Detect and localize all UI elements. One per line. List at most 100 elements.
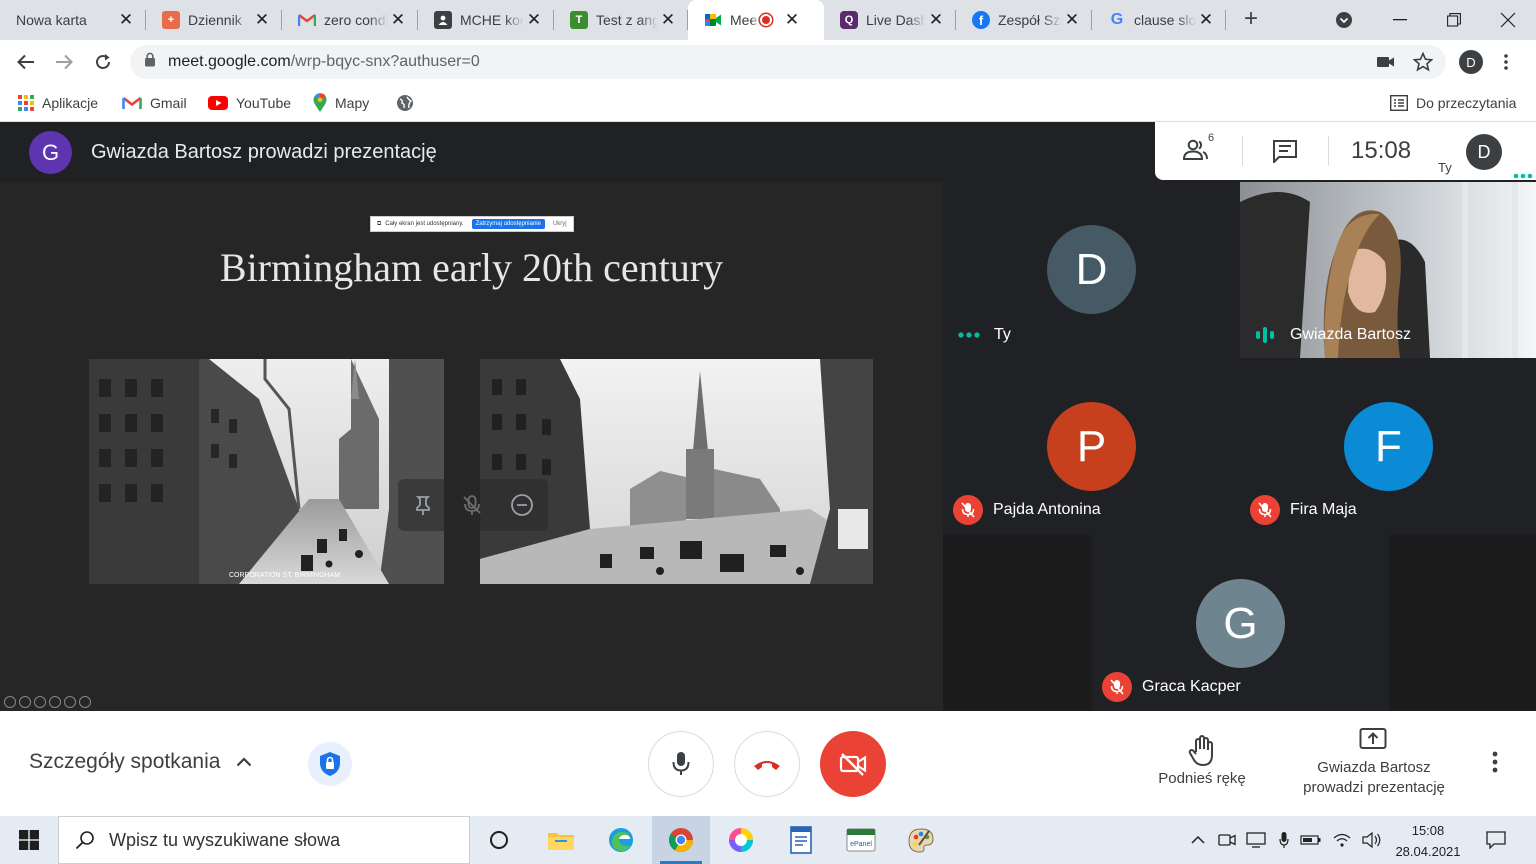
tray-volume[interactable] bbox=[1358, 816, 1386, 864]
tab-dziennik[interactable]: + Dziennik ✕ bbox=[146, 0, 282, 40]
taskbar-clock[interactable]: 15:08 28.04.2021 bbox=[1386, 820, 1470, 862]
raise-hand-button[interactable] bbox=[1188, 735, 1216, 772]
minimize-button[interactable] bbox=[1374, 0, 1426, 40]
participant-tile-graca[interactable]: G Graca Kacper bbox=[1092, 535, 1389, 711]
leave-call-button[interactable] bbox=[734, 731, 800, 797]
reading-list-icon bbox=[1390, 95, 1408, 111]
mic-off-icon bbox=[953, 495, 983, 525]
participant-tile-gwiazda[interactable]: Gwiazda Bartosz bbox=[1240, 182, 1536, 358]
tray-network[interactable] bbox=[1328, 816, 1356, 864]
tab-google-search[interactable]: G clause slowo ✕ bbox=[1092, 0, 1226, 40]
participant-tile-pajda[interactable]: P Pajda Antonina bbox=[943, 358, 1240, 535]
back-button[interactable] bbox=[12, 48, 40, 76]
tab-live-dashboard[interactable]: Q Live Dashboard ✕ bbox=[824, 0, 956, 40]
bookmark-globe[interactable] bbox=[396, 92, 422, 114]
participant-tile-self[interactable]: D Ty bbox=[943, 182, 1240, 358]
lock-icon[interactable] bbox=[144, 52, 156, 72]
reload-button[interactable] bbox=[89, 48, 117, 76]
microphone-button[interactable] bbox=[648, 731, 714, 797]
slide-more-icon[interactable] bbox=[79, 696, 91, 708]
bookmark-apps[interactable]: Aplikacje bbox=[18, 92, 98, 114]
close-window-button[interactable] bbox=[1482, 0, 1534, 40]
participants-button[interactable]: 6 bbox=[1182, 132, 1216, 168]
slide-pen-icon[interactable] bbox=[34, 696, 46, 708]
tray-device-icon[interactable] bbox=[1242, 816, 1270, 864]
close-icon[interactable]: ✕ bbox=[658, 10, 678, 30]
tab-test[interactable]: T Test z angielskiego ✕ bbox=[554, 0, 688, 40]
camera-in-use-button[interactable] bbox=[1372, 48, 1400, 76]
file-explorer-button[interactable] bbox=[532, 816, 590, 864]
tray-battery[interactable] bbox=[1298, 816, 1324, 864]
meeting-clock: 15:08 bbox=[1351, 137, 1412, 164]
pin-icon[interactable] bbox=[412, 494, 434, 516]
close-icon[interactable]: ✕ bbox=[1062, 10, 1082, 30]
reading-list-button[interactable]: Do przeczytania bbox=[1390, 92, 1516, 114]
tab-search-button[interactable] bbox=[1318, 0, 1370, 40]
close-icon[interactable]: ✕ bbox=[388, 10, 408, 30]
slide-view-icon[interactable] bbox=[49, 696, 61, 708]
new-tab-button[interactable]: + bbox=[1238, 7, 1264, 32]
edge-icon bbox=[609, 828, 633, 852]
slide-photo-corporation-street: CORPORATION ST, BIRMINGHAM bbox=[89, 359, 444, 584]
paint-button[interactable] bbox=[892, 816, 950, 864]
stop-sharing-button[interactable]: Zatrzymaj udostępnianie bbox=[471, 219, 545, 229]
mic-off-icon[interactable] bbox=[461, 494, 483, 516]
epanel-button[interactable]: ePanel bbox=[832, 816, 890, 864]
chrome-taskbar-button[interactable] bbox=[652, 816, 710, 864]
taskbar-search-box[interactable]: Wpisz tu wyszukiwane słowa bbox=[58, 816, 470, 864]
self-avatar[interactable]: D bbox=[1466, 134, 1502, 170]
close-icon[interactable]: ✕ bbox=[252, 10, 272, 30]
meeting-details-button[interactable]: Szczegóły spotkania bbox=[29, 750, 252, 774]
kebab-menu-icon bbox=[1504, 54, 1508, 70]
participant-avatar: F bbox=[1344, 402, 1433, 491]
tray-overflow-button[interactable] bbox=[1186, 816, 1210, 864]
tab-meet[interactable]: Meet ✕ bbox=[688, 0, 824, 40]
tab-new-tab[interactable]: Nowa karta ✕ bbox=[0, 0, 146, 40]
remove-icon[interactable] bbox=[510, 493, 534, 517]
tile-hover-controls bbox=[398, 479, 548, 531]
participant-name-text: Ty bbox=[994, 326, 1011, 343]
close-icon[interactable]: ✕ bbox=[524, 10, 544, 30]
tray-meet-now[interactable] bbox=[1214, 816, 1240, 864]
profile-avatar[interactable]: D bbox=[1459, 50, 1483, 74]
slide-prev-icon[interactable] bbox=[4, 696, 16, 708]
participant-name: Pajda Antonina bbox=[953, 495, 1101, 525]
paint-3d-button[interactable] bbox=[712, 816, 770, 864]
slide-next-icon[interactable] bbox=[19, 696, 31, 708]
url-host: meet.google.com bbox=[168, 53, 291, 70]
close-icon[interactable]: ✕ bbox=[116, 10, 136, 30]
host-controls-button[interactable] bbox=[308, 742, 352, 786]
participant-tile-fira[interactable]: F Fira Maja bbox=[1240, 358, 1536, 535]
bookmark-youtube[interactable]: YouTube bbox=[208, 92, 291, 114]
tray-microphone[interactable] bbox=[1272, 816, 1296, 864]
presentation-button[interactable] bbox=[1359, 727, 1387, 756]
start-button[interactable] bbox=[0, 816, 58, 864]
chevron-up-icon bbox=[1191, 836, 1205, 844]
tab-facebook[interactable]: f Zespół Szkół ✕ bbox=[956, 0, 1092, 40]
close-icon[interactable]: ✕ bbox=[782, 10, 802, 30]
tab-mche[interactable]: MCHE kod ✕ bbox=[418, 0, 554, 40]
edge-button[interactable] bbox=[592, 816, 650, 864]
participant-avatar: D bbox=[1047, 225, 1136, 314]
taskbar-time: 15:08 bbox=[1411, 823, 1445, 838]
chrome-menu-button[interactable] bbox=[1492, 48, 1520, 76]
tab-gmail[interactable]: zero conditional ✕ bbox=[282, 0, 418, 40]
more-options-button[interactable] bbox=[1492, 751, 1498, 778]
forward-button[interactable] bbox=[50, 48, 78, 76]
close-icon[interactable]: ✕ bbox=[926, 10, 946, 30]
notifications-button[interactable] bbox=[1476, 816, 1516, 864]
address-bar[interactable]: meet.google.com/wrp-bqyc-snx?authuser=0 bbox=[130, 45, 1446, 79]
battery-icon bbox=[1300, 835, 1321, 845]
bookmark-star-button[interactable] bbox=[1409, 48, 1437, 76]
close-icon[interactable]: ✕ bbox=[1196, 10, 1216, 30]
bookmark-maps[interactable]: Mapy bbox=[313, 92, 369, 114]
testportal-icon: T bbox=[570, 11, 588, 29]
task-view-button[interactable] bbox=[470, 816, 528, 864]
camera-toggle-button[interactable] bbox=[820, 731, 886, 797]
bookmark-gmail[interactable]: Gmail bbox=[122, 92, 187, 114]
hide-share-button[interactable]: Ukryj bbox=[553, 221, 567, 227]
notepad-button[interactable] bbox=[772, 816, 830, 864]
chat-button[interactable] bbox=[1272, 139, 1298, 168]
slide-zoom-icon[interactable] bbox=[64, 696, 76, 708]
restore-button[interactable] bbox=[1428, 0, 1480, 40]
